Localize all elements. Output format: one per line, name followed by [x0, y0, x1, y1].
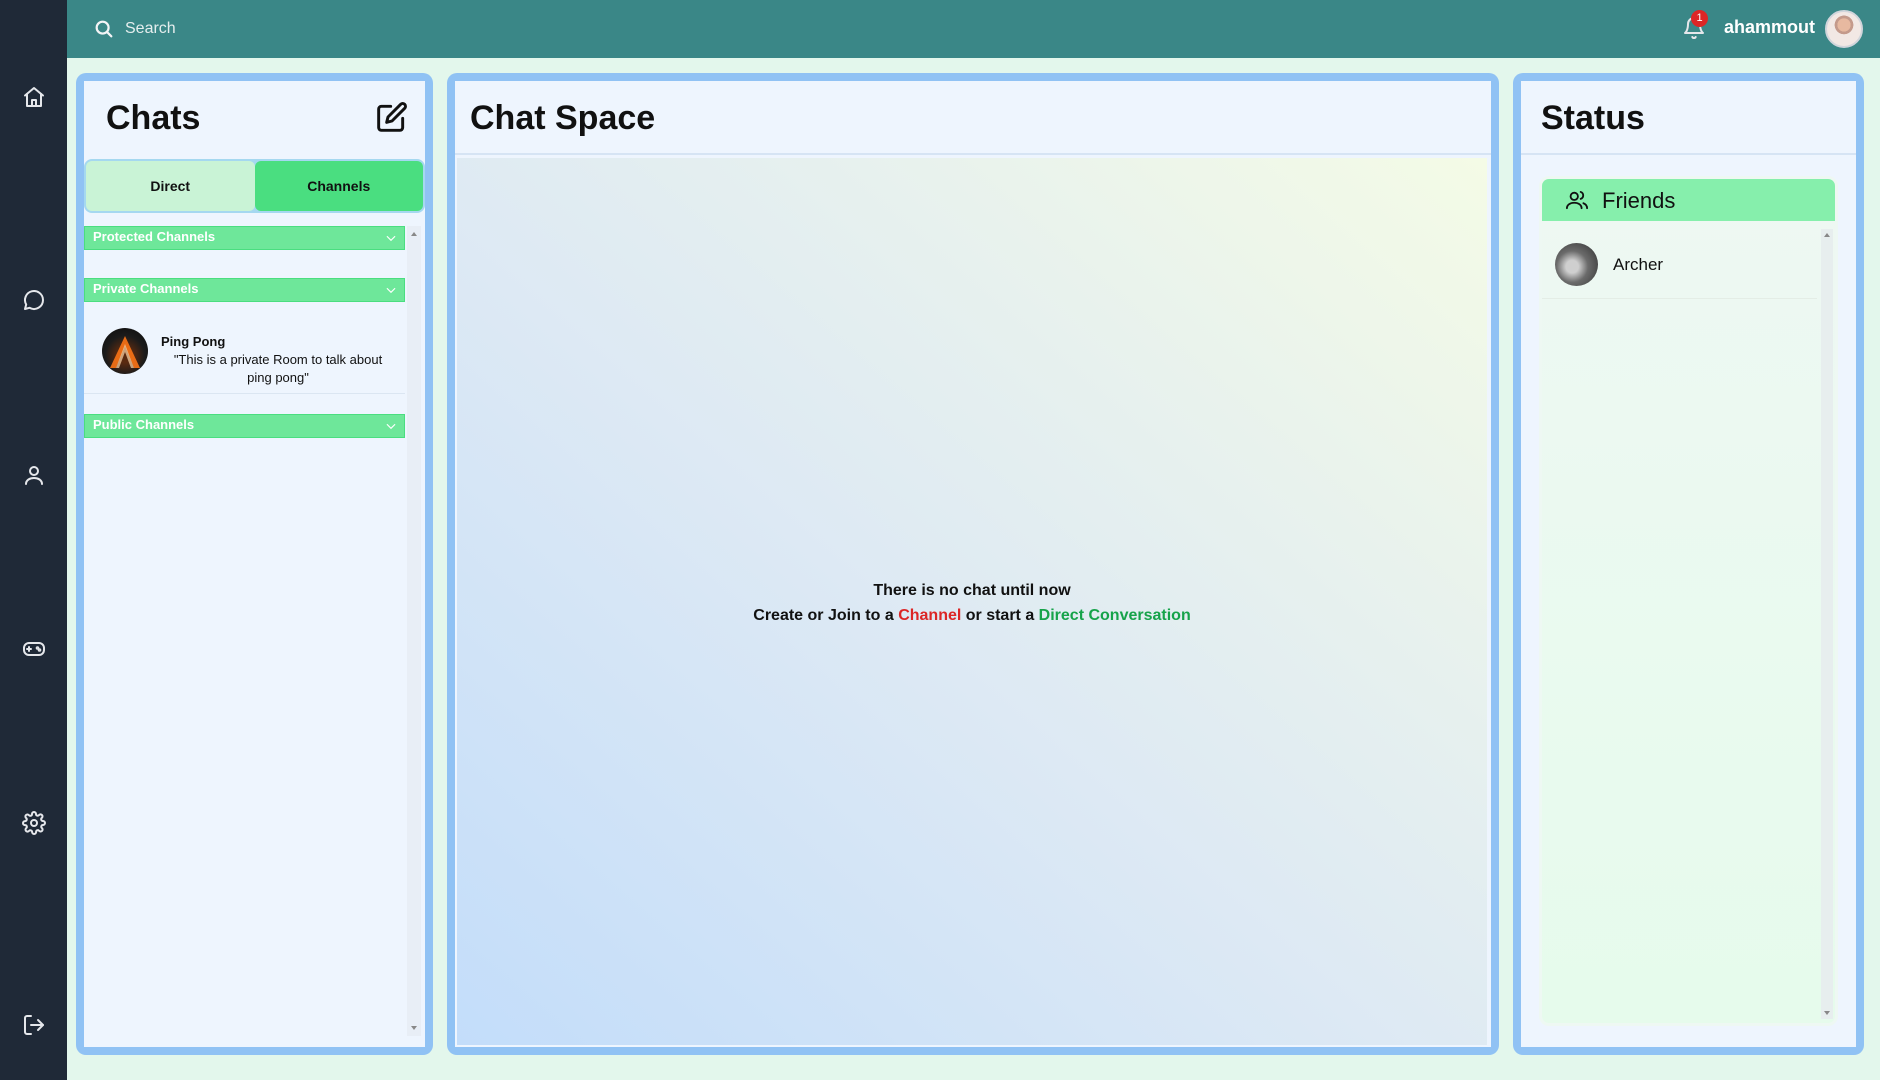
list-item[interactable]: Archer [1542, 229, 1817, 299]
tab-channels[interactable]: Channels [254, 161, 423, 211]
empty-prefix: Create or Join to a [753, 607, 899, 624]
chat-space-panel: Chat Space There is no chat until now Cr… [447, 73, 1499, 1055]
scroll-down-icon[interactable] [411, 1026, 417, 1030]
chat-space-header: Chat Space [455, 81, 1491, 155]
scrollbar[interactable] [1821, 229, 1833, 1019]
top-bar: 1 ahammout [67, 0, 1880, 58]
status-panel: Status Friends Archer [1513, 73, 1864, 1055]
notification-badge: 1 [1691, 10, 1708, 27]
avatar [1555, 243, 1598, 286]
chats-title: Chats [106, 99, 201, 137]
user-icon[interactable] [19, 460, 49, 490]
empty-middle: or start a [961, 607, 1039, 624]
search-icon [93, 18, 115, 40]
chat-type-tabs: Direct Channels [84, 159, 425, 213]
empty-state-line1: There is no chat until now [873, 582, 1071, 599]
friends-header: Friends [1542, 179, 1835, 221]
empty-state-message: There is no chat until now Create or Joi… [457, 578, 1487, 628]
status-title: Status [1541, 99, 1645, 137]
tab-direct[interactable]: Direct [86, 161, 255, 211]
scroll-down-icon[interactable] [1824, 1011, 1830, 1015]
search-input[interactable] [125, 14, 425, 44]
gear-icon[interactable] [19, 808, 49, 838]
users-icon [1566, 189, 1588, 211]
scrollbar[interactable] [407, 226, 421, 1036]
section-label: Private Channels [93, 281, 199, 296]
channel-description: "This is a private Room to talk about pi… [173, 352, 383, 385]
empty-state-line2: Create or Join to a Channel or start a D… [457, 603, 1487, 628]
direct-conversation-link[interactable]: Direct Conversation [1039, 607, 1191, 624]
chevron-down-icon [384, 283, 398, 297]
section-label: Public Channels [93, 417, 195, 432]
chat-bubble-icon[interactable] [19, 285, 49, 315]
friends-label: Friends [1602, 188, 1676, 213]
scroll-up-icon[interactable] [1824, 233, 1830, 237]
section-label: Protected Channels [93, 229, 216, 244]
chat-area: There is no chat until now Create or Joi… [457, 158, 1487, 1045]
chevron-down-icon [384, 231, 398, 245]
gamepad-icon[interactable] [19, 634, 49, 664]
scroll-up-icon[interactable] [411, 232, 417, 236]
status-header: Status [1521, 81, 1856, 155]
home-icon[interactable] [19, 82, 49, 112]
protected-channels-header[interactable]: Protected Channels [84, 226, 405, 250]
avatar[interactable] [1825, 10, 1863, 48]
friends-list: Friends Archer [1539, 176, 1838, 1026]
friend-name: Archer [1613, 255, 1664, 274]
list-item[interactable]: Ping Pong "This is a private Room to tal… [84, 308, 405, 394]
chats-panel: Chats Direct Channels Protected Channels… [76, 73, 433, 1055]
chat-space-title: Chat Space [470, 99, 656, 137]
private-channels-header[interactable]: Private Channels [84, 278, 405, 302]
logout-icon[interactable] [19, 1010, 49, 1040]
sidebar-nav [0, 0, 67, 1080]
channel-name: Ping Pong [161, 334, 226, 349]
public-channels-header[interactable]: Public Channels [84, 414, 405, 438]
username[interactable]: ahammout [1724, 17, 1815, 38]
channel-avatar [102, 328, 148, 374]
channel-link[interactable]: Channel [898, 607, 961, 624]
channel-list: Protected Channels Private Channels Ping… [84, 226, 405, 1036]
chevron-down-icon [384, 419, 398, 433]
compose-icon[interactable] [376, 101, 408, 133]
